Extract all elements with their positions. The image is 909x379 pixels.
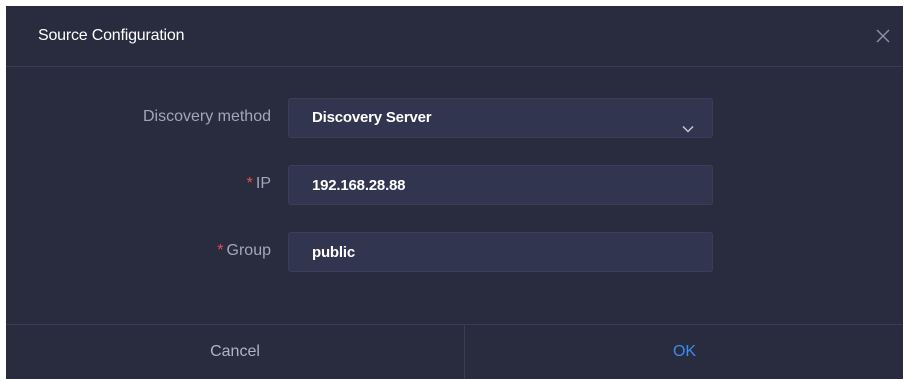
ip-input[interactable]: [288, 165, 713, 205]
group-label-text: Group: [226, 242, 271, 259]
group-label: * Group: [217, 242, 271, 260]
discovery-method-row: Discovery method Discovery Server: [6, 98, 903, 138]
close-icon[interactable]: [873, 26, 893, 46]
ok-button[interactable]: OK: [466, 325, 903, 379]
dialog-footer: Cancel OK: [6, 324, 903, 379]
group-row: * Group: [6, 232, 903, 272]
ip-label-text: IP: [255, 175, 271, 192]
cancel-button[interactable]: Cancel: [6, 325, 465, 379]
discovery-method-select[interactable]: Discovery Server: [288, 98, 713, 138]
discovery-method-label: Discovery method: [142, 108, 271, 125]
discovery-method-value: Discovery Server: [312, 109, 432, 126]
dialog-title: Source Configuration: [38, 27, 185, 44]
source-configuration-dialog: Source Configuration Discovery method Di…: [6, 6, 903, 379]
required-marker: *: [246, 175, 253, 192]
ip-label: * IP: [247, 175, 271, 193]
required-marker: *: [217, 242, 224, 259]
dialog-header: Source Configuration: [6, 6, 903, 67]
ip-row: * IP: [6, 165, 903, 205]
group-input[interactable]: [288, 232, 713, 272]
chevron-down-icon: [681, 112, 695, 133]
